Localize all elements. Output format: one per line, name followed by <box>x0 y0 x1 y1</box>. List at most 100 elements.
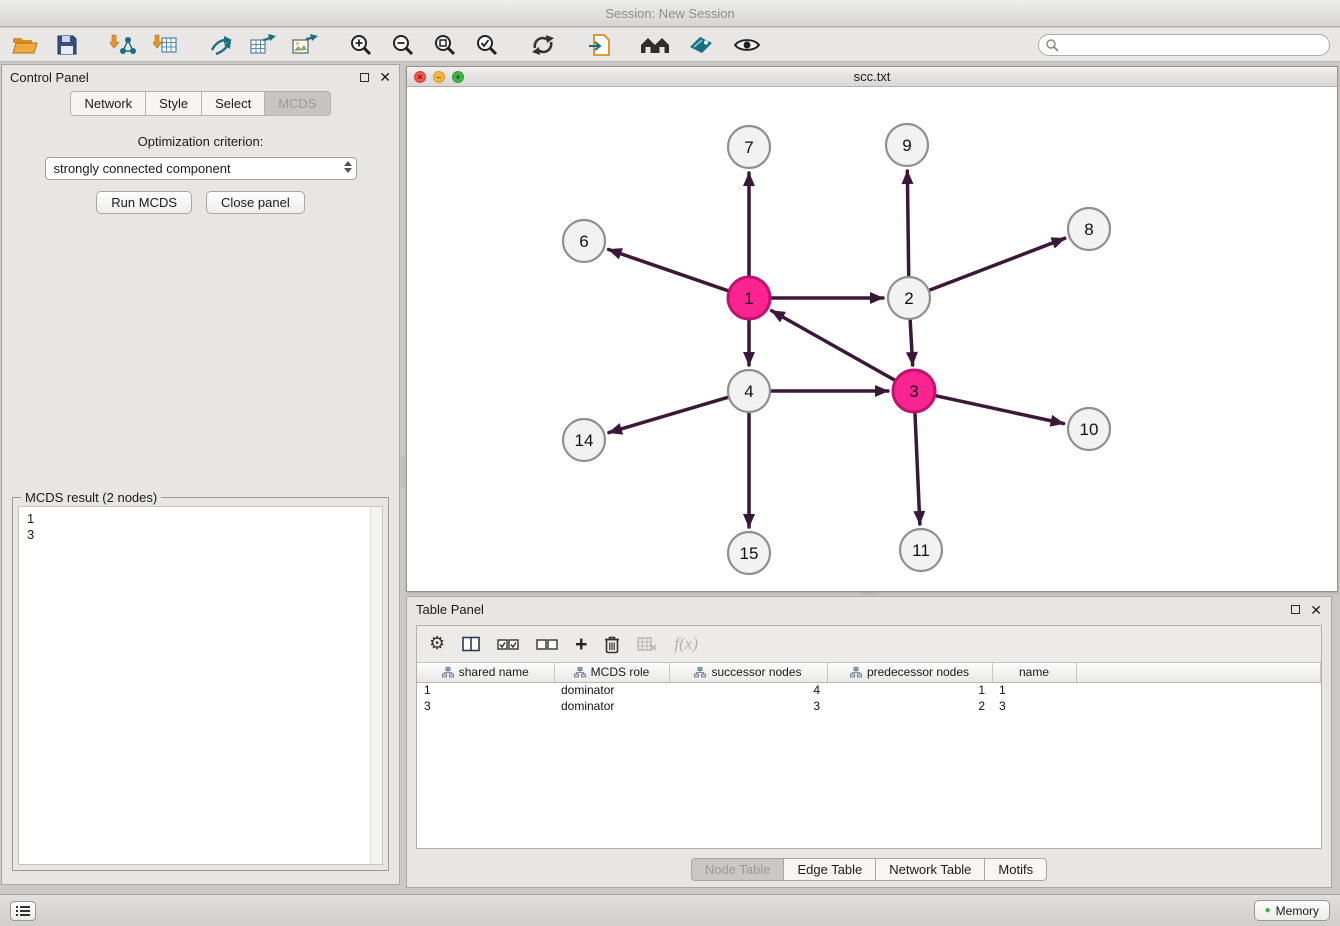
deselect-all-columns-icon[interactable] <box>536 638 558 651</box>
table-cell[interactable]: 1 <box>992 682 1076 698</box>
close-table-panel-icon[interactable]: ✕ <box>1310 603 1322 617</box>
minimize-window-icon[interactable]: – <box>433 71 445 83</box>
graph-node-label: 6 <box>579 232 588 251</box>
table-body-empty-area[interactable] <box>417 714 1321 848</box>
table-cell[interactable]: dominator <box>554 682 669 698</box>
column-tree-icon <box>694 667 706 678</box>
tab-node-table[interactable]: Node Table <box>691 858 784 881</box>
table-cell[interactable]: dominator <box>554 698 669 714</box>
toggle-details-button[interactable] <box>732 31 762 59</box>
column-tree-icon <box>574 667 586 678</box>
graph-edge-3-1[interactable] <box>772 311 895 380</box>
column-header-mcds-role[interactable]: MCDS role <box>554 663 669 682</box>
tab-edge-table[interactable]: Edge Table <box>783 858 875 881</box>
close-panel-icon[interactable]: ✕ <box>379 70 391 84</box>
zoom-window-icon[interactable]: + <box>452 71 464 83</box>
graph-node-label: 14 <box>575 431 594 450</box>
table-cell[interactable]: 3 <box>669 698 827 714</box>
memory-status-icon: ● <box>1265 906 1271 916</box>
unchecked-boxes-icon <box>536 638 558 651</box>
network-graph[interactable]: 1234678910111415 <box>407 87 1337 591</box>
tab-motifs[interactable]: Motifs <box>984 858 1047 881</box>
table-cell-filler <box>1076 698 1321 714</box>
export-table-icon <box>250 34 276 56</box>
table-cell[interactable]: 2 <box>827 698 992 714</box>
tab-style[interactable]: Style <box>145 91 201 116</box>
tab-mcds[interactable]: MCDS <box>264 91 330 116</box>
column-label: successor nodes <box>711 665 801 679</box>
graph-edge-3-11[interactable] <box>915 413 920 524</box>
zoom-selected-button[interactable] <box>472 31 502 59</box>
style-tag-icon <box>688 35 714 55</box>
column-header-shared-name[interactable]: shared name <box>417 663 554 682</box>
table-cell[interactable]: 1 <box>417 682 554 698</box>
table-cell[interactable]: 1 <box>827 682 992 698</box>
tab-select[interactable]: Select <box>201 91 264 116</box>
add-column-icon[interactable]: + <box>575 634 587 655</box>
column-header-predecessor-nodes[interactable]: predecessor nodes <box>827 663 992 682</box>
close-window-icon[interactable]: × <box>414 71 426 83</box>
graph-edge-2-9[interactable] <box>907 171 908 276</box>
table-header-row: shared name MCDS role successor nodes pr… <box>417 663 1321 682</box>
open-session-button[interactable] <box>10 31 40 59</box>
table-cell[interactable]: 3 <box>417 698 554 714</box>
float-table-panel-icon[interactable] <box>1291 605 1300 614</box>
import-network-button[interactable] <box>108 31 138 59</box>
mcds-result-list[interactable]: 1 3 <box>18 506 383 865</box>
zoom-fit-button[interactable] <box>430 31 460 59</box>
column-header-name[interactable]: name <box>992 663 1076 682</box>
tab-network[interactable]: Network <box>70 91 145 116</box>
table-row[interactable]: 1dominator411 <box>417 682 1321 698</box>
apply-style-button[interactable] <box>686 31 716 59</box>
graph-node-label: 7 <box>744 138 753 157</box>
table-panel-header: Table Panel ✕ <box>407 597 1331 622</box>
table-cell[interactable]: 3 <box>992 698 1076 714</box>
result-scrollbar[interactable] <box>370 507 382 864</box>
close-panel-button[interactable]: Close panel <box>206 191 305 214</box>
zoom-out-icon <box>391 33 415 57</box>
save-session-button[interactable] <box>52 31 82 59</box>
graph-edge-4-14[interactable] <box>609 397 728 432</box>
eye-icon <box>734 37 760 53</box>
graph-edge-2-8[interactable] <box>930 238 1065 290</box>
graph-edge-3-10[interactable] <box>935 396 1063 424</box>
tab-network-table[interactable]: Network Table <box>875 858 984 881</box>
graph-edge-1-6[interactable] <box>609 249 729 290</box>
graph-node-label: 1 <box>744 289 753 308</box>
copy-style-button[interactable] <box>584 31 614 59</box>
zoom-in-button[interactable] <box>346 31 376 59</box>
apply-layout-button[interactable] <box>528 31 558 59</box>
vertical-splitter[interactable] <box>400 455 405 489</box>
window-titlebar[interactable]: Session: New Session <box>0 0 1340 27</box>
new-network-button[interactable] <box>206 31 236 59</box>
column-header-successor-nodes[interactable]: successor nodes <box>669 663 827 682</box>
search-input[interactable] <box>1038 34 1330 56</box>
main-toolbar <box>0 28 1340 62</box>
network-window-titlebar[interactable]: × – + scc.txt <box>407 67 1337 87</box>
task-history-button[interactable] <box>10 901 36 921</box>
zoom-out-button[interactable] <box>388 31 418 59</box>
criterion-dropdown[interactable]: strongly connected component <box>45 157 357 180</box>
status-bar: ● Memory <box>0 894 1340 926</box>
export-image-button[interactable] <box>290 31 320 59</box>
graph-node-label: 3 <box>909 382 918 401</box>
export-image-icon <box>292 34 318 56</box>
run-mcds-button[interactable]: Run MCDS <box>96 191 192 214</box>
import-network-icon <box>110 34 136 56</box>
table-settings-gear-icon[interactable]: ⚙ <box>429 635 445 653</box>
search-container <box>1038 34 1330 56</box>
float-panel-icon[interactable] <box>360 73 369 82</box>
show-columns-icon[interactable] <box>462 636 480 652</box>
export-table-button[interactable] <box>248 31 278 59</box>
table-row[interactable]: 3dominator323 <box>417 698 1321 714</box>
table-panel: Table Panel ✕ ⚙ <box>406 596 1332 888</box>
table-cell[interactable]: 4 <box>669 682 827 698</box>
delete-column-icon[interactable] <box>604 635 620 654</box>
overview-button[interactable] <box>640 31 670 59</box>
checked-boxes-icon <box>497 638 519 651</box>
graph-edge-2-3[interactable] <box>910 320 912 365</box>
memory-button[interactable]: ● Memory <box>1254 900 1330 921</box>
select-all-columns-icon[interactable] <box>497 638 519 651</box>
import-table-button[interactable] <box>150 31 180 59</box>
mcds-result-line: 3 <box>27 527 374 543</box>
